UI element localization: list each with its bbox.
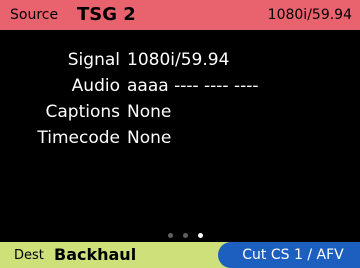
source-name: TSG 2 <box>77 4 136 25</box>
timecode-label: Timecode <box>37 128 120 148</box>
source-header[interactable]: Source TSG 2 1080i/59.94 <box>0 0 360 30</box>
device-screen: Source TSG 2 1080i/59.94 Signal 1080i/59… <box>0 0 360 268</box>
destination-footer[interactable]: Dest Backhaul Cut CS 1 / AFV <box>0 242 360 268</box>
cut-afv-button[interactable]: Cut CS 1 / AFV <box>218 242 360 268</box>
captions-label: Captions <box>45 102 121 122</box>
page-dot[interactable] <box>168 233 173 238</box>
audio-label: Audio <box>71 76 120 96</box>
info-row-captions: Captions None <box>0 102 360 128</box>
dest-label: Dest <box>14 248 44 263</box>
info-row-audio: Audio aaaa ---- ---- ---- <box>0 76 360 102</box>
dest-name: Backhaul <box>54 245 137 264</box>
page-dot[interactable] <box>183 233 188 238</box>
audio-value: aaaa ---- ---- ---- <box>127 76 259 96</box>
info-row-timecode: Timecode None <box>0 128 360 154</box>
signal-label: Signal <box>67 50 120 70</box>
page-indicator[interactable] <box>168 233 203 238</box>
page-dot-active[interactable] <box>198 233 203 238</box>
captions-value: None <box>127 102 172 122</box>
info-row-signal: Signal 1080i/59.94 <box>0 50 360 76</box>
timecode-value: None <box>127 128 172 148</box>
source-label: Source <box>10 7 59 23</box>
signal-info-panel: Signal 1080i/59.94 Audio aaaa ---- ---- … <box>0 50 360 154</box>
signal-value: 1080i/59.94 <box>127 50 230 70</box>
source-format: 1080i/59.94 <box>267 7 352 23</box>
